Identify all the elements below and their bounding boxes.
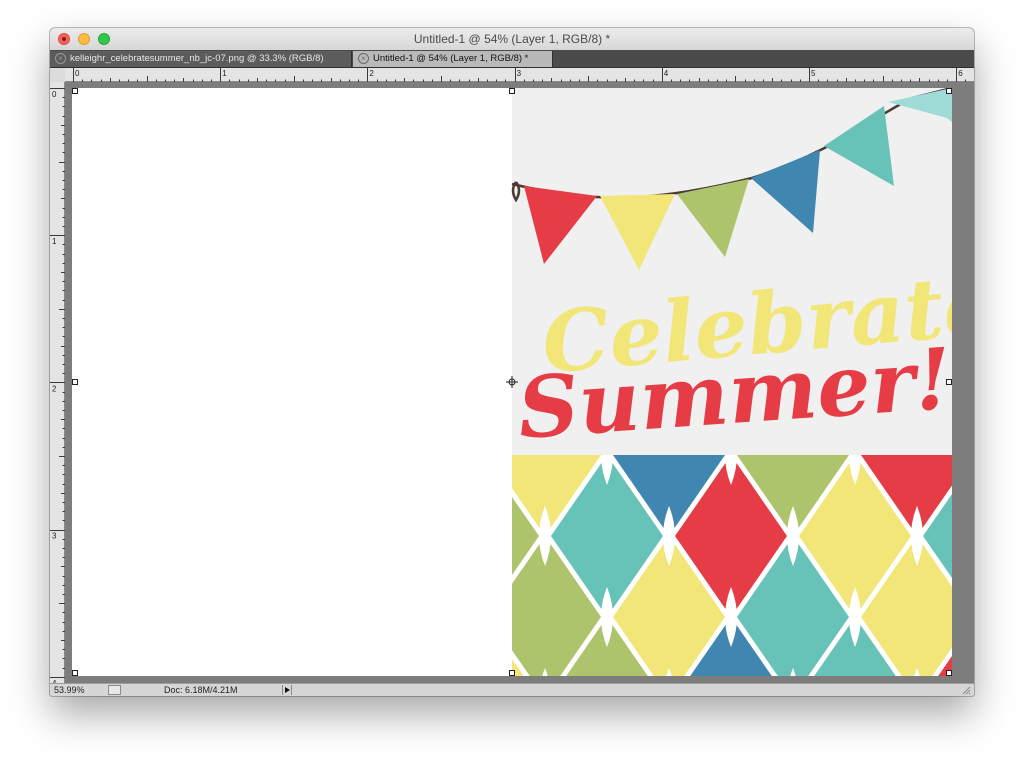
- transform-handle[interactable]: [72, 670, 78, 676]
- close-tab-icon[interactable]: ×: [358, 53, 369, 64]
- ruler-label: 3: [52, 532, 57, 541]
- ruler-label: 2: [369, 69, 374, 78]
- tab-kelleighr-png[interactable]: × kelleighr_celebratesummer_nb_jc-07.png…: [50, 51, 352, 67]
- photoshop-window: Untitled-1 @ 54% (Layer 1, RGB/8) * × ke…: [50, 28, 974, 696]
- transform-handle[interactable]: [509, 670, 515, 676]
- artwork: Celebrate Summer!: [72, 88, 952, 676]
- ruler-label: 2: [52, 384, 57, 393]
- tab-label: Untitled-1 @ 54% (Layer 1, RGB/8) *: [373, 53, 529, 64]
- tab-label: kelleighr_celebratesummer_nb_jc-07.png @…: [70, 53, 324, 64]
- transform-handle[interactable]: [509, 88, 515, 94]
- ruler-label: 1: [222, 69, 227, 78]
- close-tab-icon[interactable]: ×: [55, 53, 66, 64]
- ruler-label: 6: [958, 69, 963, 78]
- status-menu-arrow-icon[interactable]: [282, 685, 292, 695]
- vertical-ruler[interactable]: 01234: [50, 82, 65, 683]
- ruler-label: 0: [52, 90, 57, 99]
- tab-untitled-1[interactable]: × Untitled-1 @ 54% (Layer 1, RGB/8) *: [353, 51, 553, 67]
- title-bar[interactable]: Untitled-1 @ 54% (Layer 1, RGB/8) *: [50, 28, 974, 51]
- horizontal-ruler[interactable]: 0 1 2 3 4 5 6: [50, 68, 974, 82]
- ruler-label: 4: [664, 69, 669, 78]
- blank-left-half: [72, 88, 512, 676]
- transform-handle[interactable]: [72, 379, 78, 385]
- transform-handle[interactable]: [946, 670, 952, 676]
- doc-size-info: Doc: 6.18M/4.21M: [164, 685, 238, 695]
- canvas-area[interactable]: Celebrate Summer!: [65, 82, 974, 683]
- transform-handle[interactable]: [946, 379, 952, 385]
- document-tab-bar: × kelleighr_celebratesummer_nb_jc-07.png…: [50, 50, 974, 68]
- transform-handle[interactable]: [946, 88, 952, 94]
- resize-grip-icon[interactable]: [962, 686, 971, 695]
- ruler-label: 1: [52, 237, 57, 246]
- zoom-level[interactable]: 53.99%: [54, 685, 85, 695]
- ruler-label: 5: [811, 69, 816, 78]
- timer-icon[interactable]: [108, 685, 121, 695]
- document-canvas[interactable]: Celebrate Summer!: [72, 88, 952, 676]
- status-bar: 53.99% Doc: 6.18M/4.21M: [50, 683, 974, 696]
- ruler-label: 3: [517, 69, 522, 78]
- ruler-label: 0: [75, 69, 80, 78]
- window-title: Untitled-1 @ 54% (Layer 1, RGB/8) *: [413, 32, 611, 46]
- transform-handle[interactable]: [72, 88, 78, 94]
